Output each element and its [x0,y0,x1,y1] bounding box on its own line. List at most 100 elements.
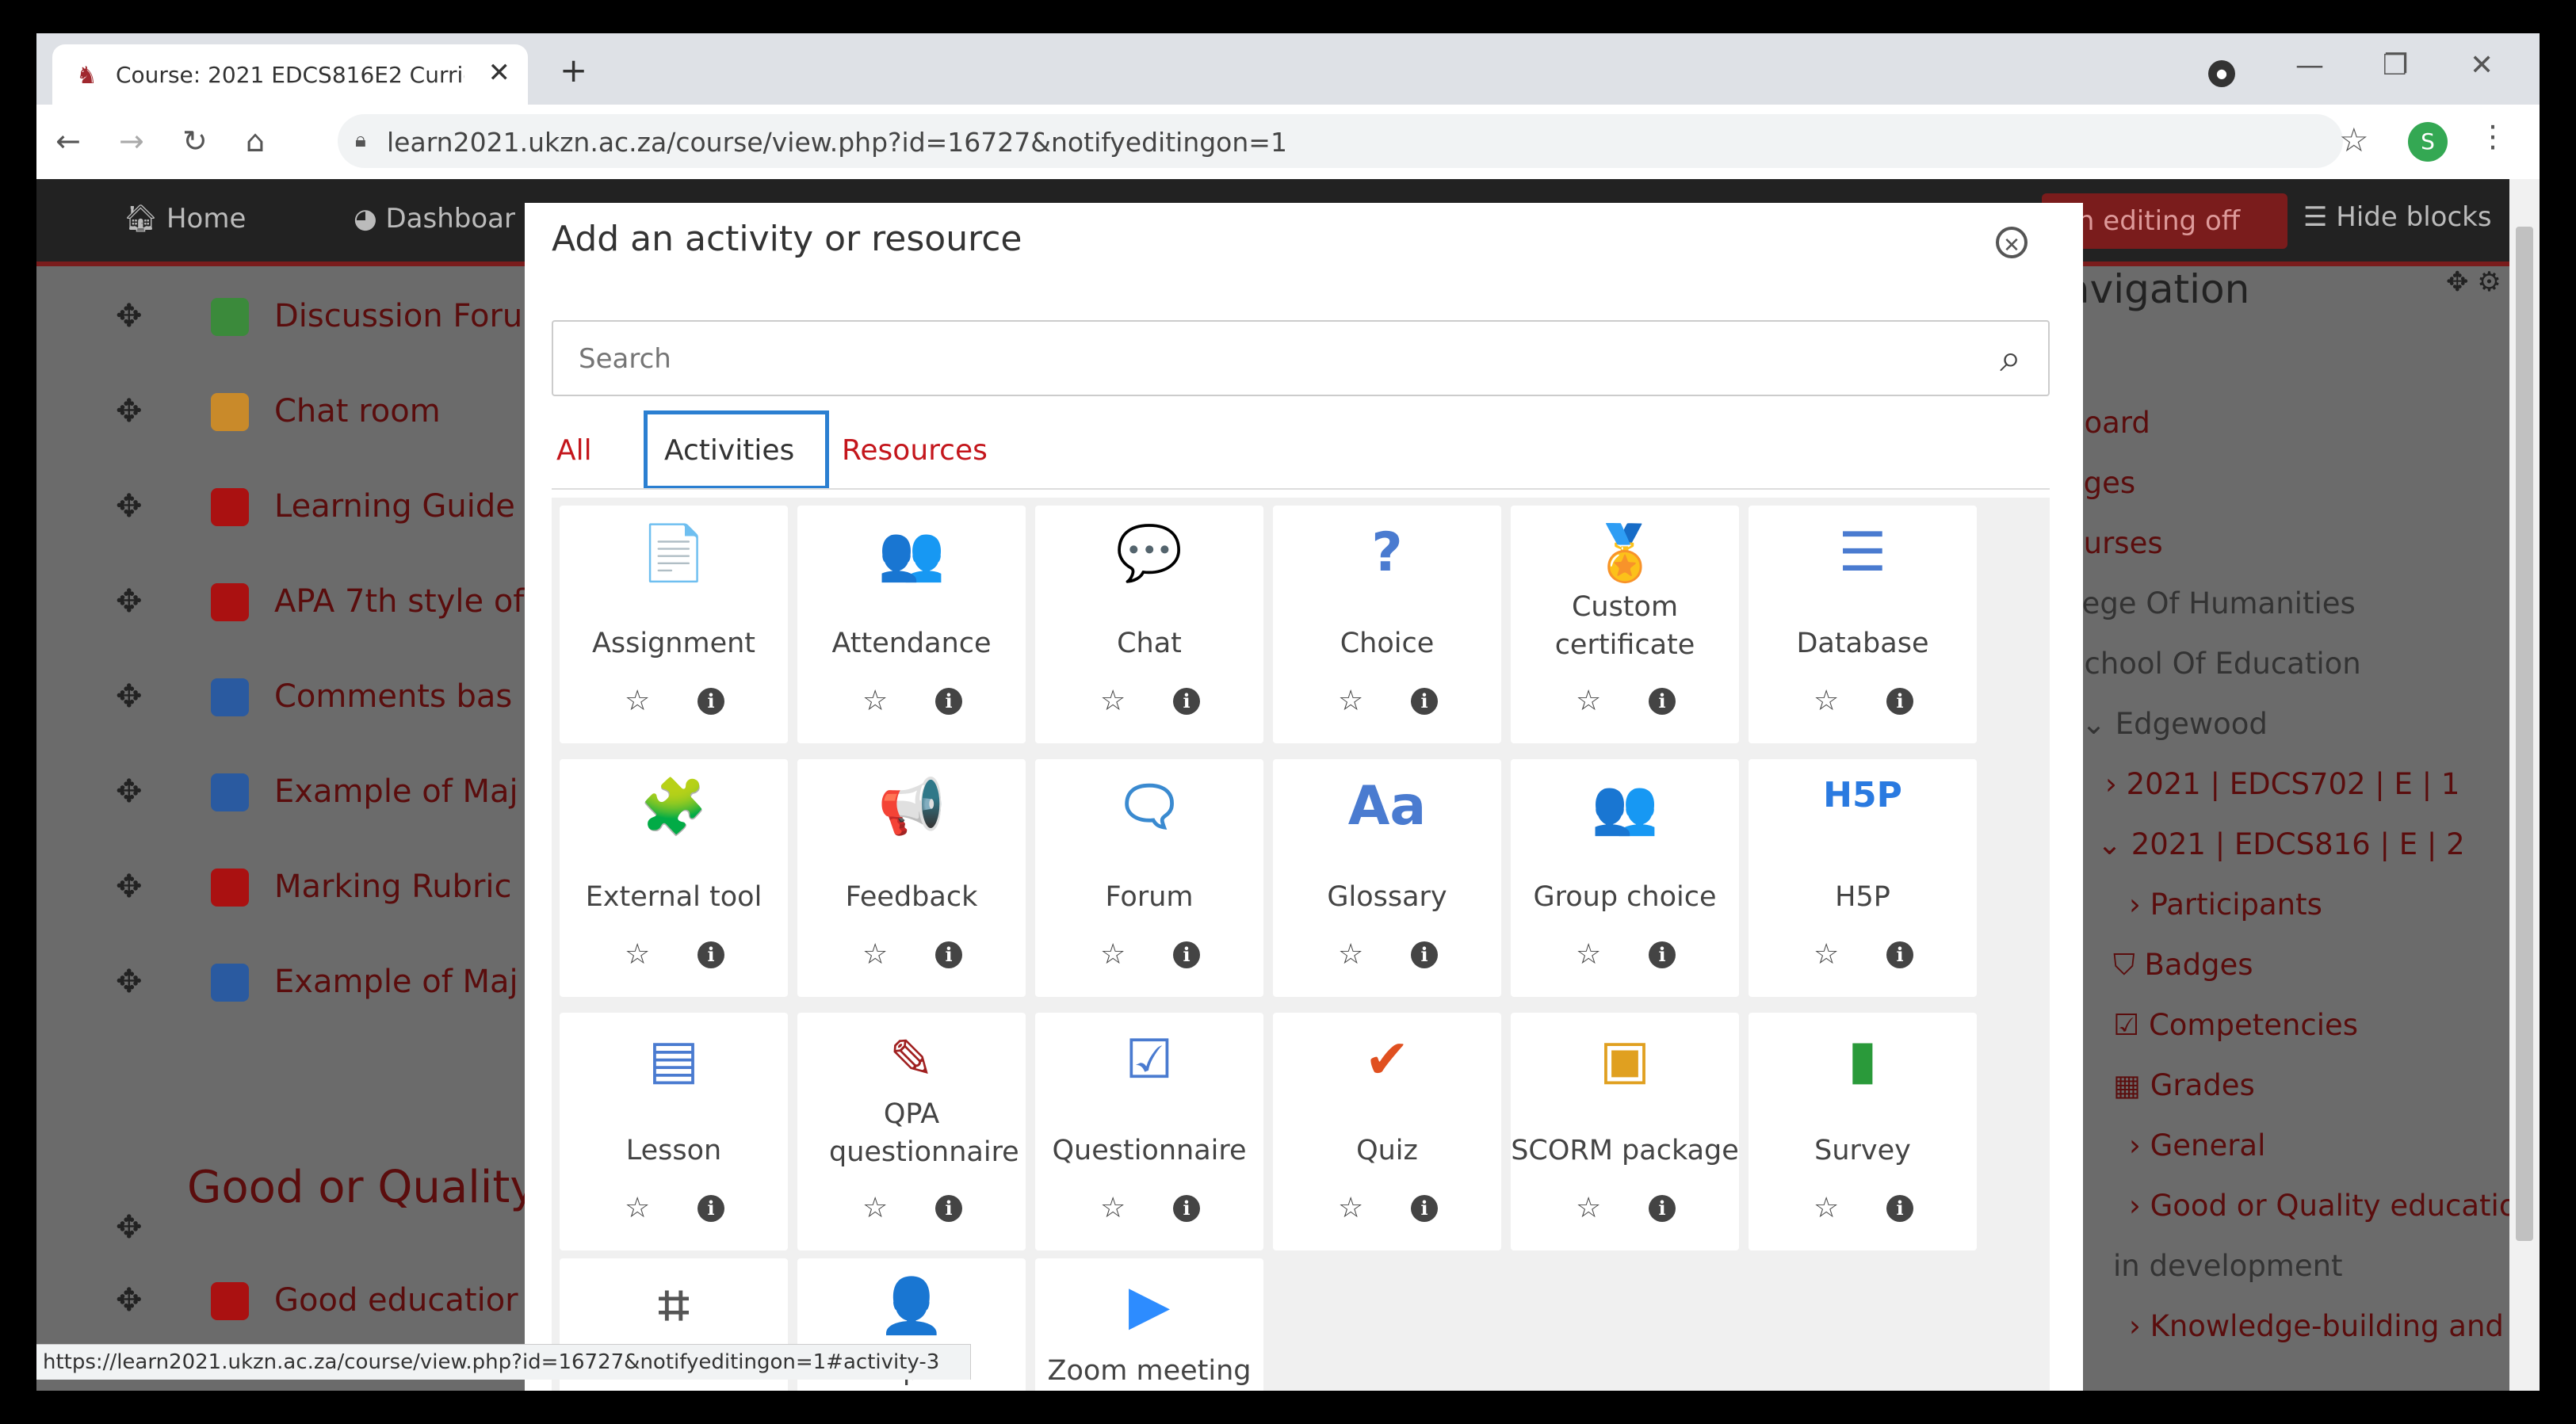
tab-activities[interactable]: Activities [664,434,794,467]
info-icon[interactable]: i [1649,941,1676,968]
info-icon[interactable]: i [1411,688,1438,715]
info-icon[interactable]: i [1173,688,1200,715]
move-handle-icon[interactable]: ✥ [116,583,143,620]
activity-card[interactable]: 🗨 Forum ☆ i [1035,759,1263,997]
info-icon[interactable]: i [1649,688,1676,715]
move-handle-icon[interactable]: ✥ [116,488,143,525]
activity-card[interactable]: ☰ Database ☆ i [1749,506,1977,743]
info-icon[interactable]: i [698,688,724,715]
activity-card[interactable]: ▶ Zoom meeting [1035,1258,1263,1391]
tab-all[interactable]: All [556,434,592,467]
star-favourite-icon[interactable]: ☆ [1814,938,1839,971]
star-favourite-icon[interactable]: ☆ [1576,1192,1601,1224]
page-scrollbar[interactable] [2509,179,2540,1391]
nav-item[interactable]: ⛉ Badges [2113,948,2253,983]
forward-icon[interactable]: → [119,124,144,158]
star-favourite-icon[interactable]: ☆ [625,685,650,717]
activity-card[interactable]: ▤ Lesson ☆ i [560,1013,788,1250]
activity-card[interactable]: ? Choice ☆ i [1273,506,1501,743]
bookmark-star-icon[interactable]: ☆ [2339,120,2369,159]
info-icon[interactable]: i [935,688,962,715]
star-favourite-icon[interactable]: ☆ [862,938,888,971]
star-favourite-icon[interactable]: ☆ [1576,685,1601,717]
move-handle-icon[interactable]: ✥ [116,678,143,715]
chrome-account-icon[interactable]: ● [2208,60,2235,87]
nav-item[interactable]: › 2021 | EDCS702 | E | 1 [2105,767,2459,801]
nav-dashboard[interactable]: ◕ Dashboar [354,203,515,235]
nav-item[interactable]: › General [2129,1128,2265,1162]
nav-item[interactable]: School Of Education [2066,647,2361,681]
search-input[interactable] [577,339,1928,379]
star-favourite-icon[interactable]: ☆ [1338,938,1363,971]
star-favourite-icon[interactable]: ☆ [1100,685,1126,717]
search-icon[interactable]: ⌕ [2000,336,2021,381]
menu-kebab-icon[interactable]: ⋮ [2478,119,2508,154]
hide-blocks-button[interactable]: ☰ Hide blocks [2303,201,2492,233]
browser-tab[interactable]: ♞ Course: 2021 EDCS816E2 Curricu ✕ [52,44,528,105]
reload-icon[interactable]: ↻ [182,124,208,158]
block-controls-icon[interactable]: ✥ ⚙ ▾ ⊟ [2446,266,2509,298]
star-favourite-icon[interactable]: ☆ [1338,685,1363,717]
info-icon[interactable]: i [1173,1195,1200,1222]
nav-item[interactable]: ⌄ 2021 | EDCS816 | E | 2 [2097,827,2465,861]
star-favourite-icon[interactable]: ☆ [1100,1192,1126,1224]
scrollbar-thumb[interactable] [2516,227,2533,1241]
activity-card[interactable]: 💬 Chat ☆ i [1035,506,1263,743]
activity-card[interactable]: ✔ Quiz ☆ i [1273,1013,1501,1250]
new-tab-icon[interactable]: + [560,51,587,90]
info-icon[interactable]: i [1411,941,1438,968]
activity-card[interactable]: 📢 Feedback ☆ i [797,759,1026,997]
nav-item[interactable]: › Good or Quality education [2129,1189,2509,1223]
info-icon[interactable]: i [1886,688,1913,715]
restore-icon[interactable]: ❐ [2383,49,2408,82]
info-icon[interactable]: i [1649,1195,1676,1222]
activity-card[interactable]: Aa Glossary ☆ i [1273,759,1501,997]
star-favourite-icon[interactable]: ☆ [625,1192,650,1224]
nav-item[interactable]: › Knowledge-building and [2129,1309,2504,1343]
close-tab-icon[interactable]: ✕ [488,57,511,89]
info-icon[interactable]: i [935,1195,962,1222]
star-favourite-icon[interactable]: ☆ [1576,938,1601,971]
activity-card[interactable]: 👥 Attendance ☆ i [797,506,1026,743]
nav-item[interactable]: › Participants [2129,888,2322,922]
omnibox[interactable]: 🔒︎ learn2021.ukzn.ac.za/course/view.php?… [338,114,2343,168]
star-favourite-icon[interactable]: ☆ [1338,1192,1363,1224]
activity-card[interactable]: H5P H5P ☆ i [1749,759,1977,997]
activity-card[interactable]: ☑ Questionnaire ☆ i [1035,1013,1263,1250]
activity-card[interactable]: 📄 Assignment ☆ i [560,506,788,743]
star-favourite-icon[interactable]: ☆ [1814,685,1839,717]
activity-card[interactable]: 👥 Group choice ☆ i [1511,759,1739,997]
close-window-icon[interactable]: ✕ [2470,49,2494,82]
nav-item[interactable]: ☑ Competencies [2113,1008,2358,1042]
activity-card[interactable]: 🧩 External tool ☆ i [560,759,788,997]
star-favourite-icon[interactable]: ☆ [1100,938,1126,971]
profile-avatar[interactable]: S [2408,122,2448,162]
star-favourite-icon[interactable]: ☆ [625,938,650,971]
close-modal-icon[interactable]: ✕ [1996,227,2028,258]
star-favourite-icon[interactable]: ☆ [862,685,888,717]
star-favourite-icon[interactable]: ☆ [862,1192,888,1224]
nav-item[interactable]: llege Of Humanities [2066,586,2356,620]
move-handle-icon[interactable]: ✥ [116,298,143,334]
activity-card[interactable]: 🏅 Custom certificate ☆ i [1511,506,1739,743]
move-handle-icon[interactable]: ✥ [116,869,143,905]
home-icon[interactable]: ⌂ [246,124,265,158]
move-handle-icon[interactable]: ✥ [116,1282,143,1319]
move-handle-icon[interactable]: ✥ [116,773,143,810]
activity-card[interactable]: ▣ SCORM package ☆ i [1511,1013,1739,1250]
info-icon[interactable]: i [698,1195,724,1222]
nav-item[interactable]: ⌄ Edgewood [2081,707,2268,741]
nav-home[interactable]: 🏠︎ Home [124,203,246,235]
move-handle-icon[interactable]: ✥ [116,1209,143,1246]
minimize-icon[interactable]: — [2295,49,2324,82]
nav-item[interactable]: ▦ Grades [2113,1068,2255,1102]
tab-resources[interactable]: Resources [842,434,988,467]
move-handle-icon[interactable]: ✥ [116,964,143,1000]
info-icon[interactable]: i [1411,1195,1438,1222]
back-icon[interactable]: ← [55,124,81,158]
activity-card[interactable]: ▮ Survey ☆ i [1749,1013,1977,1250]
star-favourite-icon[interactable]: ☆ [1814,1192,1839,1224]
nav-item[interactable]: in development [2113,1249,2343,1283]
info-icon[interactable]: i [935,941,962,968]
info-icon[interactable]: i [1886,941,1913,968]
